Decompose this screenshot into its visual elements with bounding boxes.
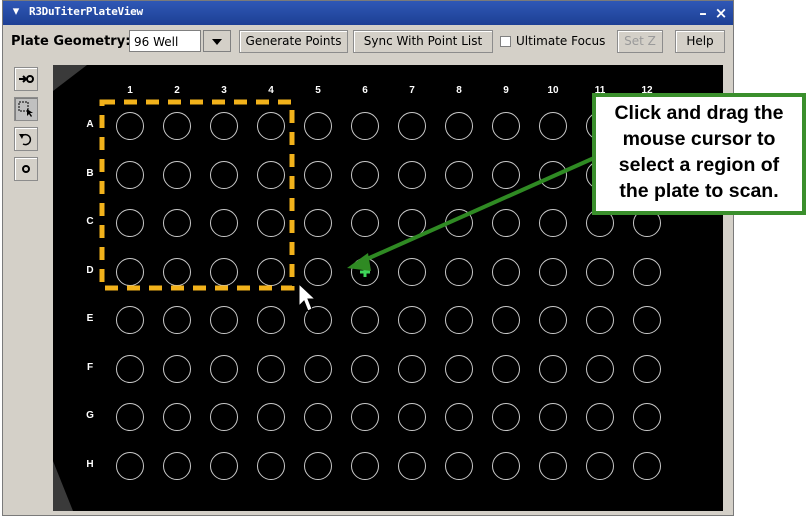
callout-arrow-line <box>357 156 595 265</box>
callout-line-4: the plate to scan. <box>619 180 779 202</box>
instruction-callout: Click and drag the mouse cursor to selec… <box>592 93 806 215</box>
callout-line-1: Click and drag the <box>614 102 784 124</box>
callout-line-2: mouse cursor to <box>622 128 776 150</box>
mouse-cursor-icon <box>298 282 317 312</box>
annotation-layer <box>99 99 595 312</box>
selection-rectangle <box>99 99 295 291</box>
callout-arrow-head <box>347 253 371 271</box>
callout-line-3: select a region of <box>618 154 780 176</box>
